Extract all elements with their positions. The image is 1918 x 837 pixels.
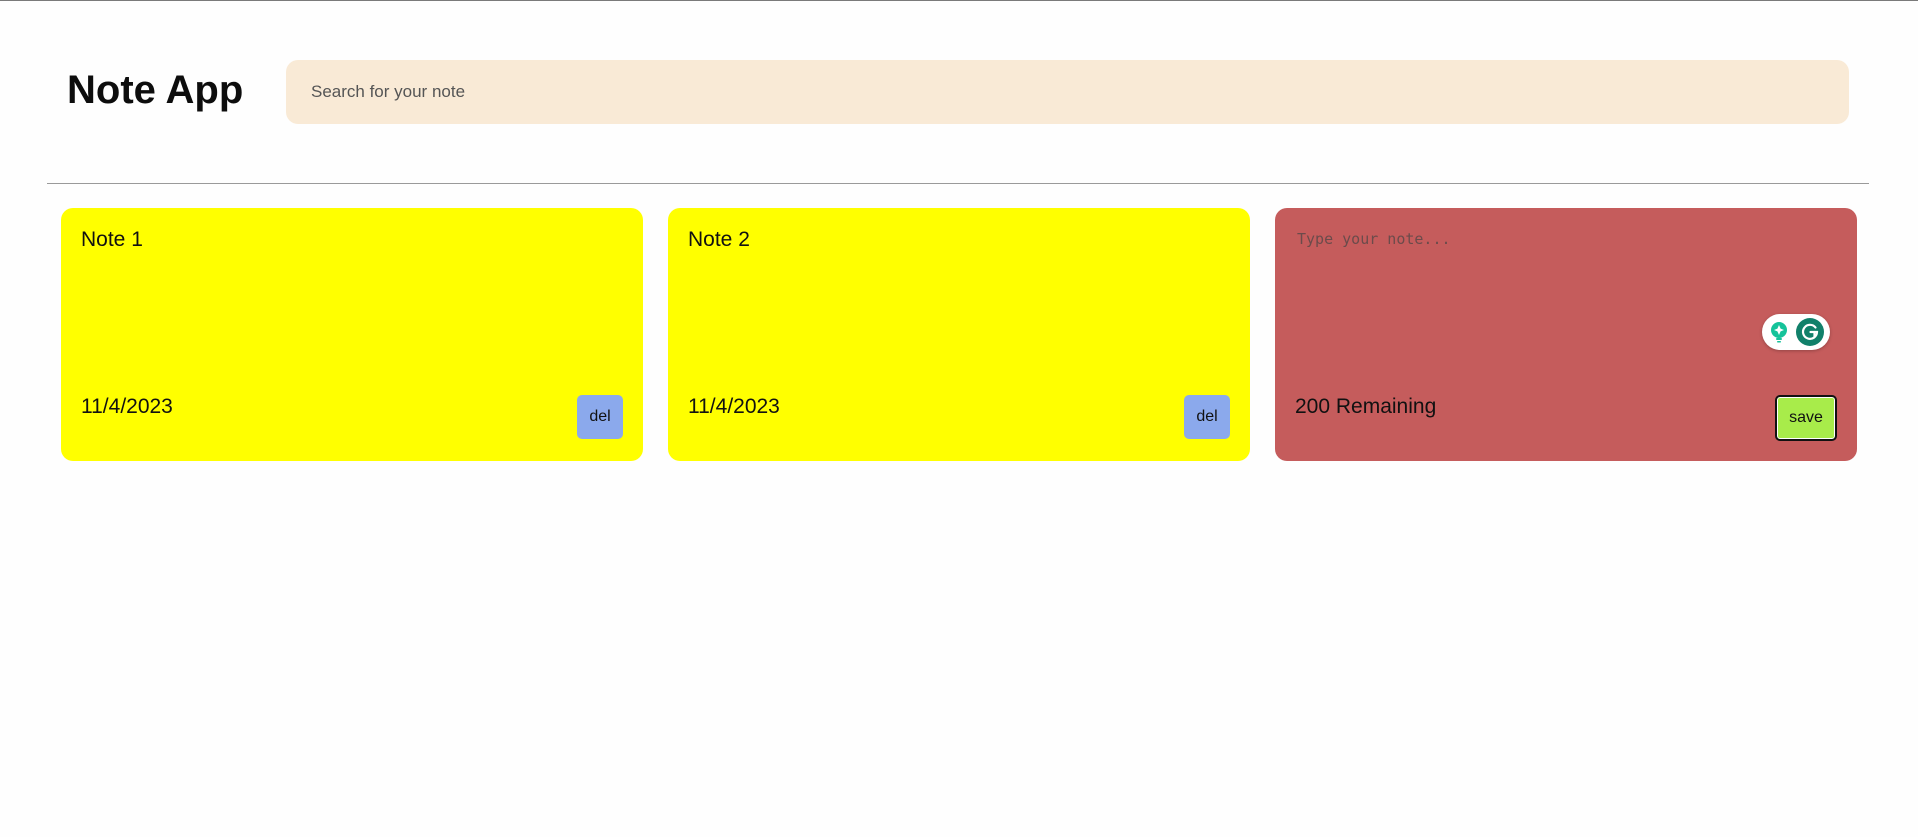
delete-note-button[interactable]: del (577, 395, 623, 439)
note-card: Note 1 11/4/2023 del (61, 208, 643, 461)
note-card: Note 2 11/4/2023 del (668, 208, 1250, 461)
note-footer: 200 Remaining save (1295, 395, 1837, 441)
note-text: Note 2 (688, 228, 750, 251)
header-divider (47, 183, 1869, 184)
note-date: 11/4/2023 (81, 395, 173, 418)
window-top-border (0, 0, 1918, 1)
characters-remaining: 200 Remaining (1295, 395, 1437, 418)
lightbulb-icon[interactable] (1768, 321, 1790, 343)
note-text: Note 1 (81, 228, 143, 251)
writing-assistant-widget[interactable] (1762, 314, 1830, 350)
delete-note-button[interactable]: del (1184, 395, 1230, 439)
save-note-button[interactable]: save (1775, 395, 1837, 441)
note-date: 11/4/2023 (688, 395, 780, 418)
search-input[interactable] (286, 60, 1849, 124)
app-header: Note App (0, 60, 1918, 124)
new-note-card: 200 Remaining save (1275, 208, 1857, 461)
note-footer: 11/4/2023 del (688, 395, 1230, 441)
grammarly-icon[interactable] (1796, 318, 1824, 346)
new-note-input[interactable] (1295, 228, 1829, 332)
notes-list: Note 1 11/4/2023 del Note 2 11/4/2023 de… (61, 208, 1857, 461)
note-footer: 11/4/2023 del (81, 395, 623, 441)
app-title: Note App (67, 68, 244, 112)
